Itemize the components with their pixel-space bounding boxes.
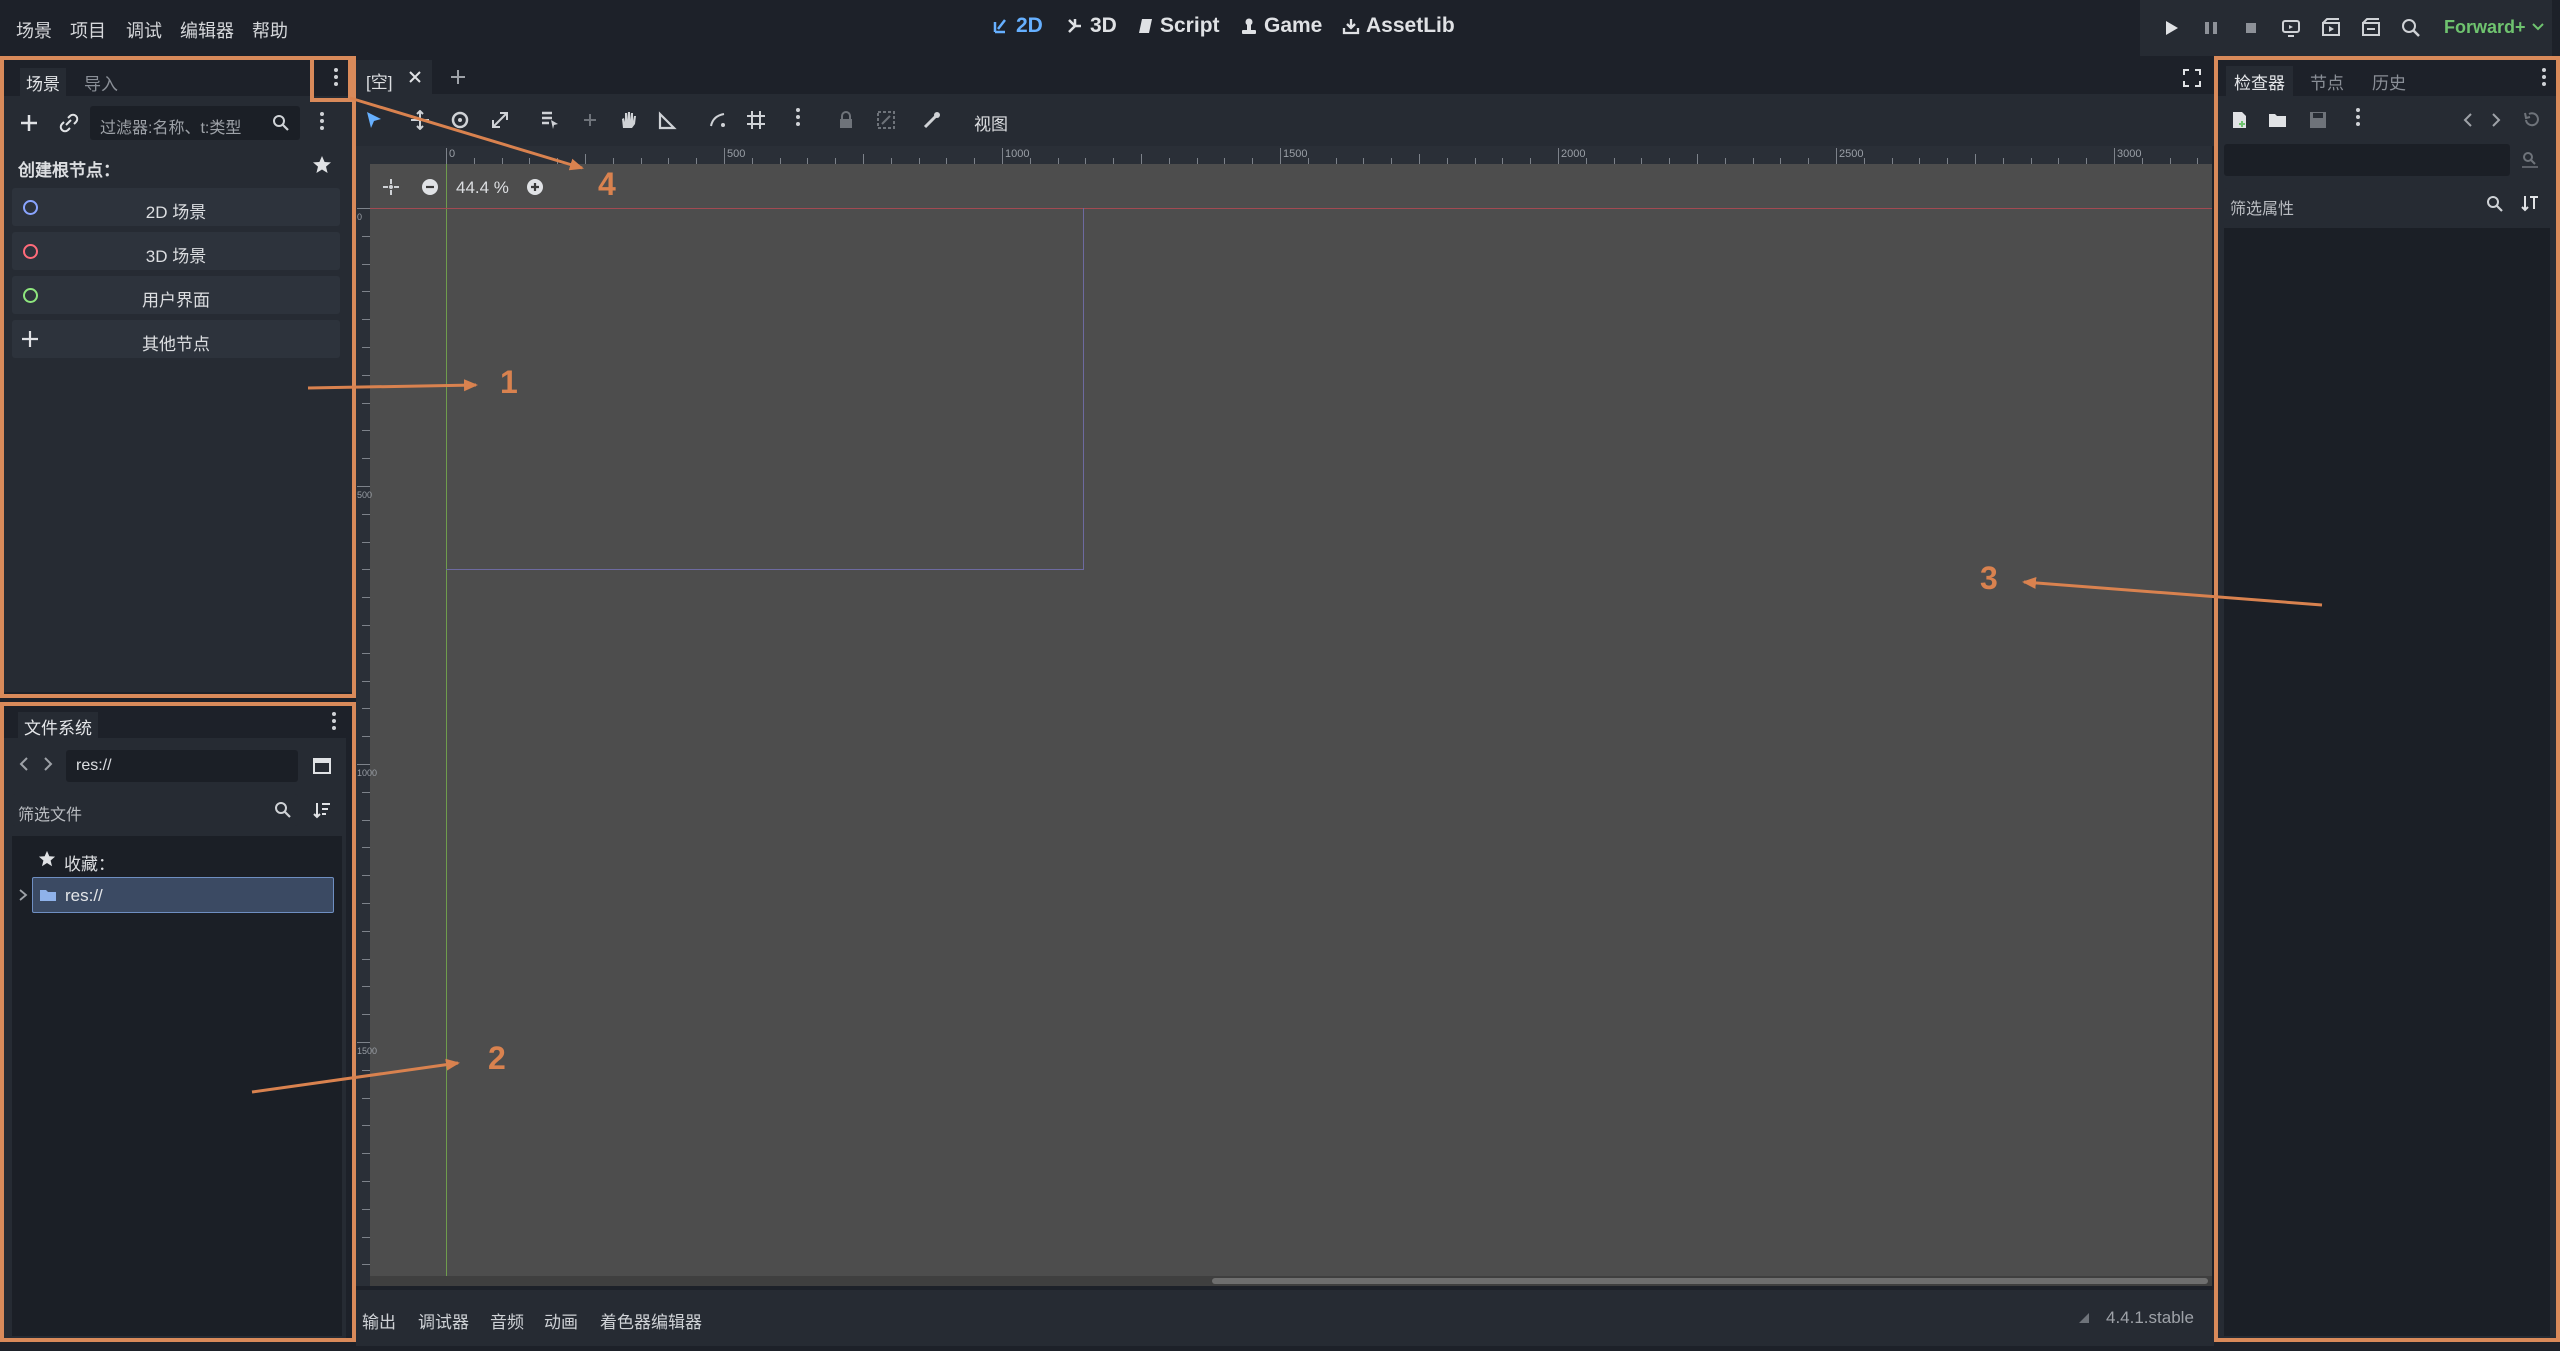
callout-4: 4 xyxy=(598,166,616,202)
arrow-2 xyxy=(251,1058,460,1094)
callout-3: 3 xyxy=(1980,560,1998,596)
annotation-arrows xyxy=(251,96,2323,1094)
callout-2: 2 xyxy=(488,1040,506,1076)
arrow-4 xyxy=(349,96,584,171)
callout-1: 1 xyxy=(500,364,518,400)
arrow-1 xyxy=(307,379,478,392)
arrow-3 xyxy=(2022,576,2323,607)
